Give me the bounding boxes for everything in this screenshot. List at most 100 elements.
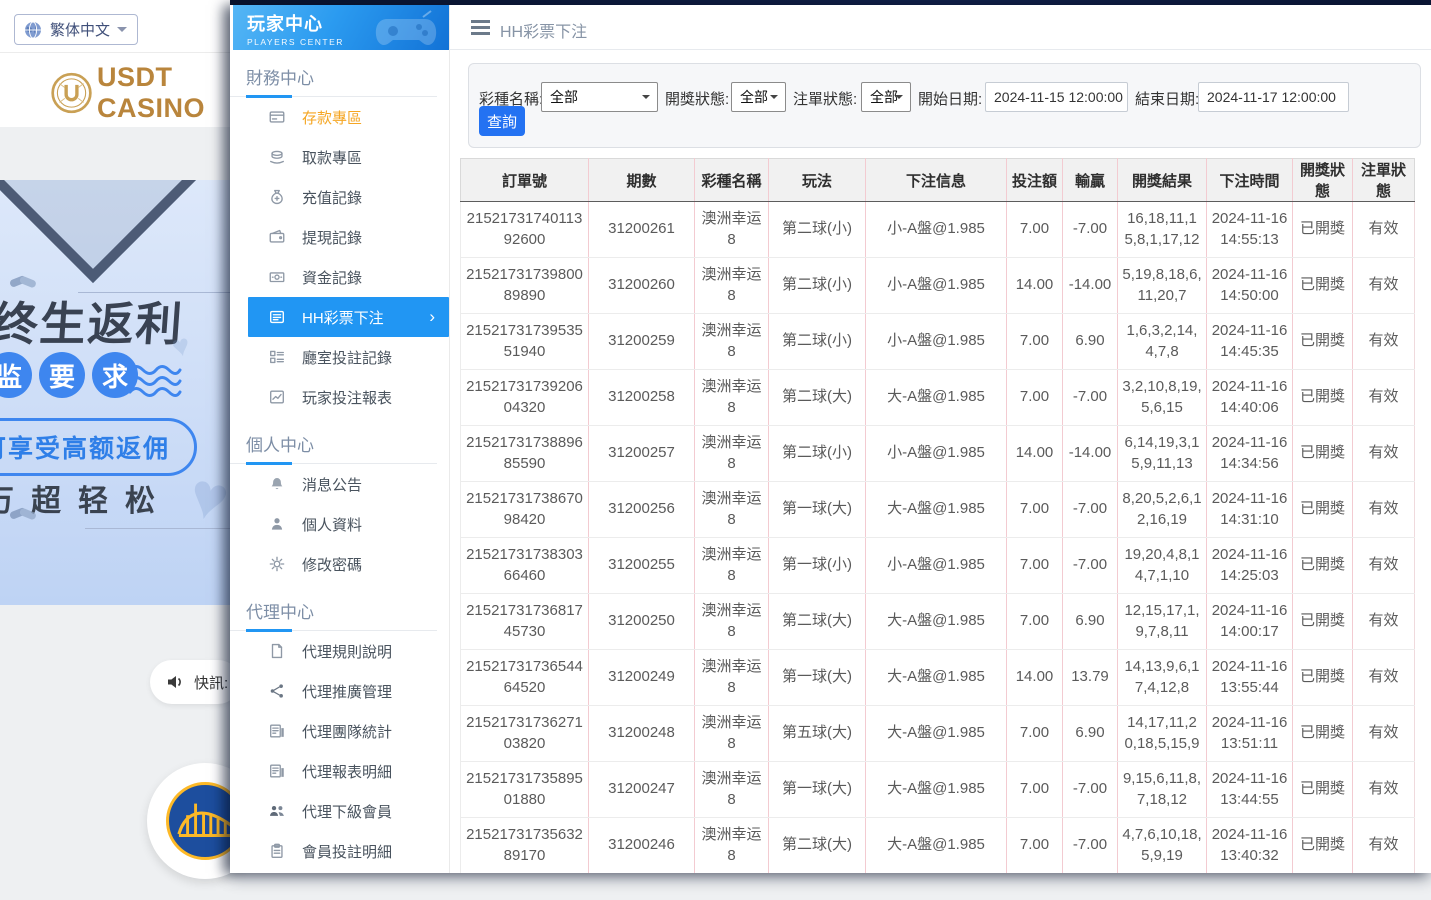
banner-badge: 监 <box>0 352 32 398</box>
table-cell: 31200258 <box>589 370 695 426</box>
table-cell: -14.00 <box>1063 426 1118 482</box>
table-cell: 第五球(大) <box>769 706 866 762</box>
sidebar-item-label: 代理下級會員 <box>302 801 392 822</box>
table-cell: 已開獎 <box>1293 538 1353 594</box>
sidebar-item-withdraw-hand[interactable]: 取款專區 <box>230 137 449 177</box>
end-date-input[interactable]: 2024-11-17 12:00:00 <box>1198 82 1349 112</box>
table-cell: 6.90 <box>1063 706 1118 762</box>
table-cell: 2152173173589501880 <box>461 762 589 818</box>
sidebar-section-title: 個人中心 <box>246 431 449 456</box>
sidebar-item-label: 取款專區 <box>302 147 362 168</box>
lottery-bet-icon <box>268 308 286 326</box>
sidebar-item-room-bet-record[interactable]: 廳室投註記錄 <box>230 337 449 377</box>
search-button[interactable]: 查詢 <box>479 106 525 136</box>
table-cell: 4,7,6,10,18,5,9,19 <box>1118 818 1207 874</box>
lottery-name-select[interactable]: 全部 <box>541 82 658 112</box>
clipboard-icon <box>268 842 286 860</box>
promo-banner[interactable]: 终生返利 监要求 可享受高额返佣 万超轻松 ♥ ♥ <box>0 180 230 605</box>
quick-news-label: 快訊: <box>194 672 228 693</box>
quick-news-bar[interactable]: 快訊: <box>150 660 240 704</box>
table-cell: 7.00 <box>1007 818 1063 874</box>
start-date-label: 開始日期: <box>918 88 982 109</box>
table-cell: 已開獎 <box>1293 258 1353 314</box>
sidebar-item-withdraw-record[interactable]: 提現記錄 <box>230 217 449 257</box>
order-status-select[interactable]: 全部 <box>861 82 911 112</box>
table-cell: 2152173174011392600 <box>461 202 589 258</box>
sidebar-item-members[interactable]: 代理下級會員 <box>230 791 449 831</box>
table-row: 215217317398008989031200260澳洲幸运8第二球(小)小-… <box>461 258 1415 314</box>
table-cell: -7.00 <box>1063 482 1118 538</box>
table-cell: 2024-11-16 14:00:17 <box>1207 594 1293 650</box>
draw-status-select[interactable]: 全部 <box>731 82 786 112</box>
sidebar-item-share[interactable]: 代理推廣管理 <box>230 671 449 711</box>
table-cell: 8,20,5,2,6,12,16,19 <box>1118 482 1207 538</box>
table-cell: 19,20,4,8,14,7,1,10 <box>1118 538 1207 594</box>
table-cell: 2024-11-16 14:45:35 <box>1207 314 1293 370</box>
table-cell: 7.00 <box>1007 482 1063 538</box>
table-cell: 16,18,11,15,8,1,17,12 <box>1118 202 1207 258</box>
heart-suit-icon: ♥ <box>182 457 230 538</box>
language-selector[interactable]: 繁体中文 <box>14 14 138 45</box>
table-cell: 已開獎 <box>1293 706 1353 762</box>
table-cell: 大-A盤@1.985 <box>866 818 1007 874</box>
room-bet-record-icon <box>268 348 286 366</box>
bet-table-container: 訂單號期數彩種名稱玩法下注信息投注額輸贏開獎結果下注時間開獎狀態注單狀態2152… <box>460 158 1414 873</box>
table-cell: 大-A盤@1.985 <box>866 706 1007 762</box>
table-cell: 小-A盤@1.985 <box>866 258 1007 314</box>
table-cell: 7.00 <box>1007 762 1063 818</box>
sidebar-item-report-detail[interactable]: 代理報表明細 <box>230 751 449 791</box>
table-cell: 大-A盤@1.985 <box>866 370 1007 426</box>
table-cell: 6,14,19,3,15,9,11,13 <box>1118 426 1207 482</box>
sidebar-item-team-stats[interactable]: 代理團隊統計 <box>230 711 449 751</box>
table-cell: 12,15,17,1,9,7,8,11 <box>1118 594 1207 650</box>
sidebar-item-label: 代理規則說明 <box>302 641 392 662</box>
sidebar-item-lottery-bet[interactable]: HH彩票下注› <box>248 297 449 337</box>
deposit-card-icon <box>268 108 286 126</box>
table-cell: 2152173173681745730 <box>461 594 589 650</box>
sidebar-item-bell[interactable]: 消息公告 <box>230 464 449 504</box>
brand-name: USDT CASINO <box>97 62 230 124</box>
table-cell: 有效 <box>1353 762 1415 818</box>
table-cell: 2024-11-16 14:34:56 <box>1207 426 1293 482</box>
sidebar-item-gear[interactable]: 修改密碼 <box>230 544 449 584</box>
sidebar-item-label: HH彩票下注 <box>302 307 384 328</box>
table-cell: 31200247 <box>589 762 695 818</box>
document-icon <box>268 642 286 660</box>
page-root: 繁体中文 USDT CASINO 终生返利 监要求 <box>0 0 1431 900</box>
table-row: 215217317395355194031200259澳洲幸运8第二球(小)小-… <box>461 314 1415 370</box>
table-cell: 已開獎 <box>1293 314 1353 370</box>
sidebar-item-deposit-card[interactable]: 存款專區 <box>230 97 449 137</box>
table-cell: 14,17,11,20,18,5,15,9 <box>1118 706 1207 762</box>
table-cell: 澳洲幸运8 <box>695 202 769 258</box>
table-cell: 6.90 <box>1063 314 1118 370</box>
sidebar-item-funds-record[interactable]: 資金記錄 <box>230 257 449 297</box>
table-cell: 14.00 <box>1007 426 1063 482</box>
table-cell: 有效 <box>1353 314 1415 370</box>
table-cell: 第一球(大) <box>769 482 866 538</box>
column-header: 注單狀態 <box>1353 159 1415 202</box>
table-row: 215217317356328917031200246澳洲幸运8第二球(大)大-… <box>461 818 1415 874</box>
sidebar-item-recharge-record[interactable]: 充值記錄 <box>230 177 449 217</box>
table-cell: 31200255 <box>589 538 695 594</box>
table-cell: 2024-11-16 13:40:32 <box>1207 818 1293 874</box>
members-icon <box>268 802 286 820</box>
table-cell: 2152173173627103820 <box>461 706 589 762</box>
table-cell: 已開獎 <box>1293 594 1353 650</box>
sidebar-item-document[interactable]: 代理規則說明 <box>230 631 449 671</box>
start-date-input[interactable]: 2024-11-15 12:00:00 <box>985 82 1128 112</box>
menu-toggle-icon[interactable] <box>471 20 490 38</box>
column-header: 開獎狀態 <box>1293 159 1353 202</box>
table-cell: 有效 <box>1353 538 1415 594</box>
table-cell: 澳洲幸运8 <box>695 650 769 706</box>
content-header: HH彩票下注 <box>450 5 1431 50</box>
sidebar-item-player-report[interactable]: 玩家投注報表 <box>230 377 449 417</box>
table-cell: 澳洲幸运8 <box>695 706 769 762</box>
table-cell: 大-A盤@1.985 <box>866 482 1007 538</box>
table-cell: 澳洲幸运8 <box>695 538 769 594</box>
table-cell: 2152173173563289170 <box>461 818 589 874</box>
sidebar-item-clipboard[interactable]: 會員投註明細 <box>230 831 449 871</box>
brand-logo[interactable]: USDT CASINO <box>50 62 230 124</box>
sidebar-item-person[interactable]: 個人資料 <box>230 504 449 544</box>
table-row: 215217317401139260031200261澳洲幸运8第二球(小)小-… <box>461 202 1415 258</box>
section-divider <box>230 630 437 631</box>
